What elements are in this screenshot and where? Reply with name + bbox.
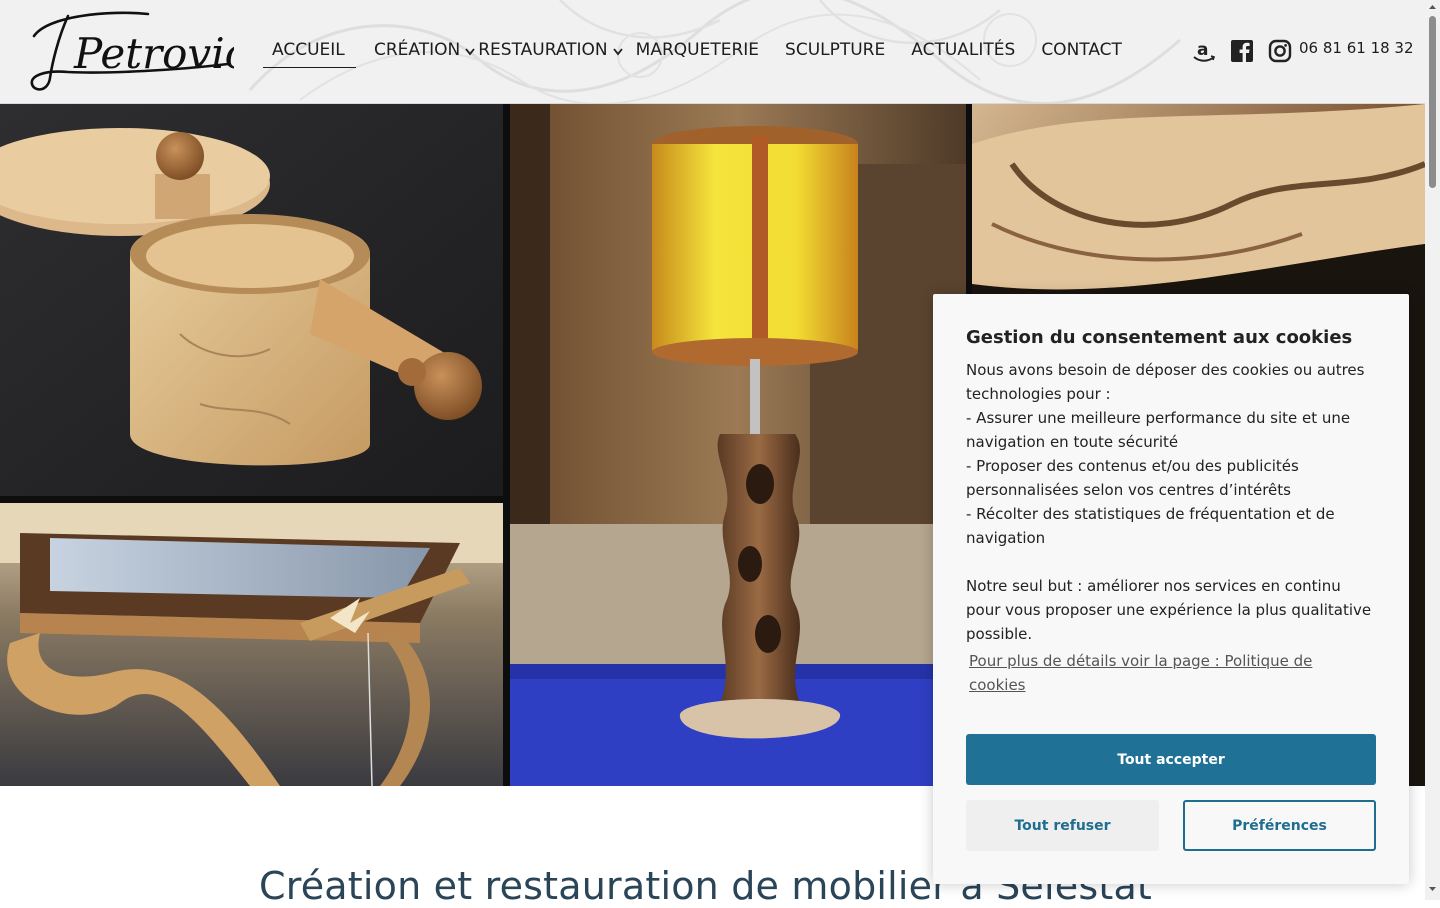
nav-item-sculpture[interactable]: SCULPTURE bbox=[785, 36, 885, 68]
instagram-icon[interactable] bbox=[1267, 38, 1293, 64]
page-scrollbar[interactable] bbox=[1425, 0, 1440, 900]
nav-item-accueil[interactable]: ACCUEIL bbox=[263, 36, 356, 68]
amazon-icon[interactable]: a bbox=[1191, 38, 1217, 64]
nav-item-marqueterie[interactable]: MARQUETERIE bbox=[636, 36, 759, 68]
nav-item-restauration[interactable]: RESTAURATION bbox=[478, 36, 625, 68]
accept-all-button[interactable]: Tout accepter bbox=[966, 734, 1376, 785]
site-logo[interactable]: Petrovic bbox=[28, 8, 248, 96]
facebook-icon[interactable] bbox=[1229, 38, 1255, 64]
phone-number[interactable]: 06 81 61 18 32 bbox=[1299, 39, 1414, 57]
cookie-text-line: Notre seul but : améliorer nos services … bbox=[966, 577, 1372, 643]
cookie-text-line: - Proposer des contenus et/ou des public… bbox=[966, 457, 1299, 499]
nav-item-contact[interactable]: CONTACT bbox=[1041, 36, 1122, 68]
logo-signature: Petrovic bbox=[30, 11, 248, 91]
photo-marquetry-table bbox=[0, 503, 503, 786]
refuse-all-button[interactable]: Tout refuser bbox=[966, 800, 1159, 851]
nav-item-creation[interactable]: CRÉATION bbox=[374, 36, 478, 68]
svg-text:a: a bbox=[1197, 40, 1208, 60]
cookie-text-line: Nous avons besoin de déposer des cookies… bbox=[966, 361, 1365, 403]
cookie-panel-title: Gestion du consentement aux cookies bbox=[966, 327, 1353, 348]
preferences-button[interactable]: Préférences bbox=[1183, 800, 1376, 851]
cookie-text-line bbox=[966, 550, 1376, 574]
cookie-policy-link[interactable]: Pour plus de détails voir la page : Poli… bbox=[969, 649, 1349, 697]
chevron-down-icon bbox=[462, 36, 478, 56]
site-header: Petrovic ACCUEIL CRÉATION RESTAURATION M… bbox=[0, 0, 1425, 104]
nav-item-actualites[interactable]: ACTUALITÉS bbox=[911, 36, 1015, 68]
scroll-down-arrow-icon[interactable] bbox=[1428, 885, 1437, 893]
cookie-text-line: - Récolter des statistiques de fréquenta… bbox=[966, 505, 1335, 547]
chevron-down-icon bbox=[610, 36, 626, 56]
cookie-text-line: - Assurer une meilleure performance du s… bbox=[966, 409, 1351, 451]
logo-text: Petrovic bbox=[73, 29, 234, 78]
main-navigation: ACCUEIL CRÉATION RESTAURATION MARQUETERI… bbox=[263, 36, 1122, 68]
scroll-up-arrow-icon[interactable] bbox=[1428, 3, 1437, 11]
scrollbar-thumb[interactable] bbox=[1429, 16, 1436, 188]
cookie-consent-panel: Gestion du consentement aux cookies Nous… bbox=[933, 294, 1409, 884]
photo-wooden-lidded-box bbox=[0, 104, 503, 496]
photo-carved-wood-lamp bbox=[510, 104, 966, 786]
cookie-panel-body: Nous avons besoin de déposer des cookies… bbox=[966, 358, 1376, 646]
